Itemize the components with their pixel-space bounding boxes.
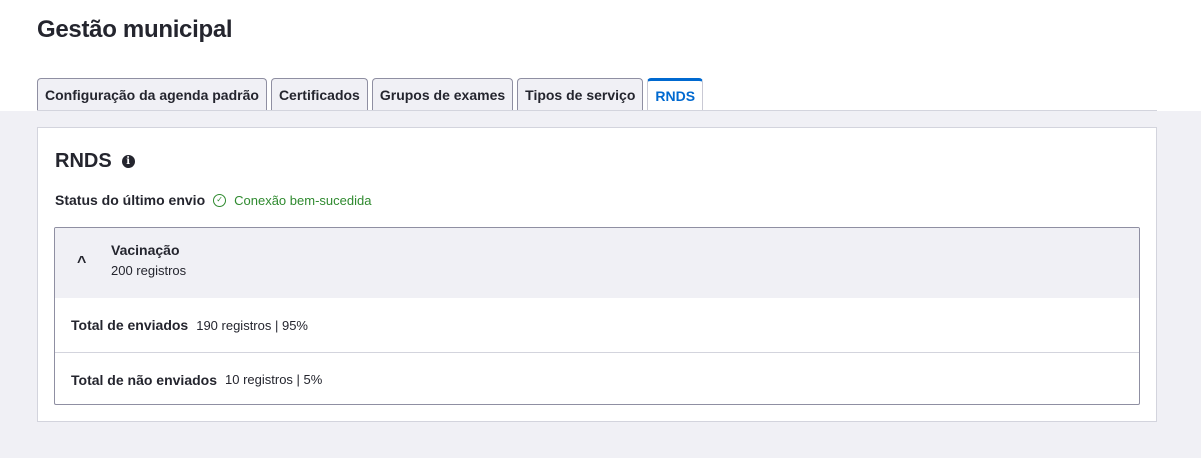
tab-rnds[interactable]: RNDS: [647, 78, 704, 111]
row-label: Total de enviados: [71, 317, 189, 333]
list-item: Total de enviados 190 registros | 95%: [55, 298, 1139, 352]
status-label: Status do último envio: [55, 192, 206, 208]
tab-divider: [37, 110, 1157, 111]
tab-configuracao-agenda[interactable]: Configuração da agenda padrão: [37, 78, 267, 111]
card-title-text: RNDS: [55, 150, 112, 172]
list-item: Total de não enviados 10 registros | 5%: [55, 352, 1139, 404]
tab-grupos-exames[interactable]: Grupos de exames: [371, 78, 514, 111]
row-value: 190 registros | 95%: [196, 317, 308, 333]
check-circle-icon: ✓: [213, 193, 227, 207]
card-title: RNDS i: [55, 150, 135, 173]
chevron-up-icon[interactable]: ^: [77, 254, 86, 272]
status-line: Status do último envio ✓ Conexão bem-suc…: [55, 192, 371, 208]
row-value: 10 registros | 5%: [225, 372, 323, 387]
accordion-subtitle: 200 registros: [111, 263, 187, 278]
accordion-header[interactable]: ^ Vacinação 200 registros: [55, 228, 1139, 298]
row-label: Total de não enviados: [71, 371, 217, 388]
status-badge: ✓ Conexão bem-sucedida: [213, 193, 371, 208]
vacinacao-accordion: ^ Vacinação 200 registros Total de envia…: [54, 227, 1140, 405]
tab-certificados[interactable]: Certificados: [270, 78, 368, 111]
page-title: Gestão municipal: [37, 16, 233, 43]
rnds-card: RNDS i Status do último envio ✓ Conexão …: [37, 127, 1157, 422]
info-icon[interactable]: i: [121, 155, 135, 168]
status-value: Conexão bem-sucedida: [234, 192, 372, 208]
tab-bar: Configuração da agenda padrão Certificad…: [37, 78, 704, 111]
accordion-title: Vacinação: [111, 242, 180, 258]
tab-tipos-servico[interactable]: Tipos de serviço: [517, 78, 644, 111]
